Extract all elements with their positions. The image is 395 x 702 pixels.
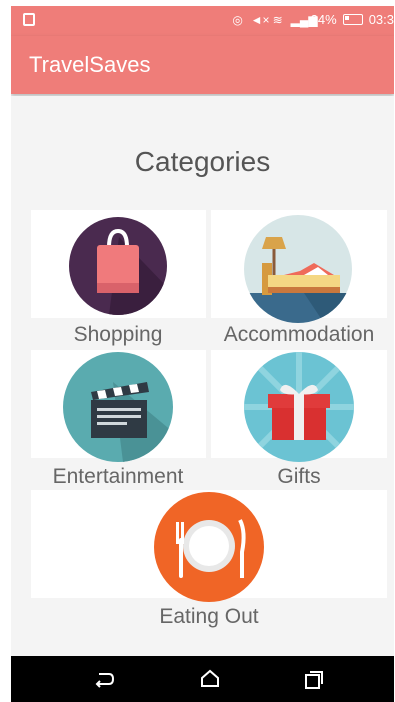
clapperboard-icon bbox=[63, 352, 173, 462]
status-icons: ◎ ◄× ≋ ▂▄▆ 24% 03:3 bbox=[231, 12, 394, 27]
mute-icon: ◄× bbox=[250, 12, 270, 27]
battery-icon bbox=[342, 14, 363, 25]
page-title: Categories bbox=[134, 146, 271, 177]
navigation-bar bbox=[11, 656, 394, 702]
app-title: TravelSaves bbox=[29, 52, 151, 77]
category-label: Accommodation bbox=[223, 323, 375, 346]
app-bar: TravelSaves bbox=[11, 36, 394, 94]
category-shopping[interactable]: Shopping bbox=[28, 211, 208, 351]
wifi-icon: ≋ bbox=[272, 12, 283, 27]
sync-icon: ◎ bbox=[232, 12, 243, 27]
signal-icon: ▂▄▆ bbox=[290, 12, 318, 27]
bed-icon bbox=[244, 215, 352, 323]
categories-page: Categories Shopping Accommodation Entert… bbox=[11, 96, 394, 656]
category-label: Eating Out bbox=[159, 605, 259, 628]
shopping-bag-icon bbox=[69, 217, 167, 315]
notification-icon bbox=[23, 13, 35, 26]
battery-percent: 24% bbox=[310, 12, 337, 27]
plate-cutlery-icon bbox=[154, 492, 264, 602]
category-gifts[interactable]: Gifts bbox=[209, 352, 389, 492]
recents-icon[interactable] bbox=[301, 666, 327, 692]
category-label: Gifts bbox=[277, 465, 321, 488]
category-label: Entertainment bbox=[52, 465, 184, 488]
phone-screen: ◎ ◄× ≋ ▂▄▆ 24% 03:3 TravelSaves Categori… bbox=[11, 6, 394, 702]
category-label: Shopping bbox=[73, 323, 163, 346]
status-bar: ◎ ◄× ≋ ▂▄▆ 24% 03:3 bbox=[11, 6, 394, 36]
category-accommodation[interactable]: Accommodation bbox=[209, 211, 389, 351]
category-entertainment[interactable]: Entertainment bbox=[28, 352, 208, 492]
gift-icon bbox=[244, 352, 354, 462]
category-eating-out[interactable]: Eating Out bbox=[118, 492, 298, 632]
clock: 03:3 bbox=[368, 12, 394, 27]
home-icon[interactable] bbox=[197, 666, 223, 692]
back-icon[interactable] bbox=[91, 666, 117, 692]
